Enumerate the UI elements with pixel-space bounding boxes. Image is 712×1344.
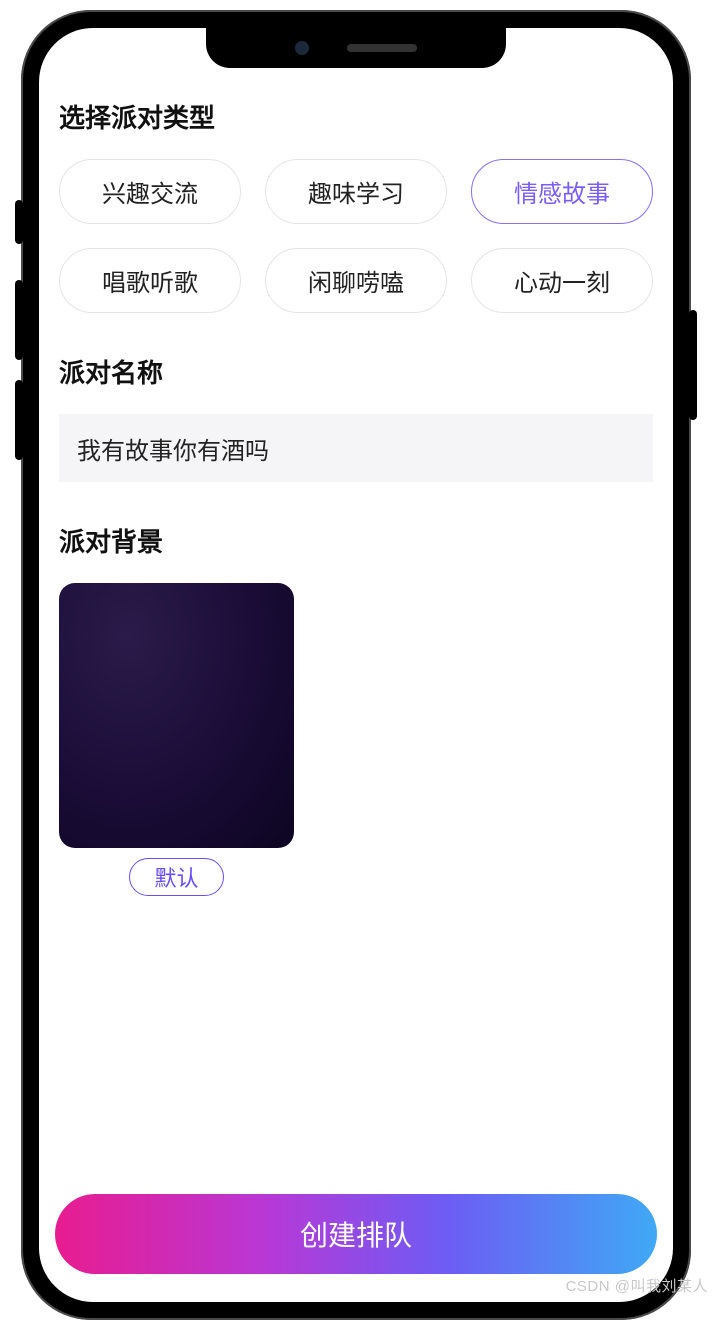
front-camera-icon [295, 41, 309, 55]
background-label: 默认 [129, 858, 223, 896]
create-party-button[interactable]: 创建排队 [55, 1194, 657, 1274]
party-type-title: 选择派对类型 [59, 98, 653, 135]
type-chip-singing[interactable]: 唱歌听歌 [59, 248, 241, 313]
type-chip-chat[interactable]: 闲聊唠嗑 [265, 248, 447, 313]
phone-notch [206, 28, 506, 68]
phone-frame: 选择派对类型 兴趣交流 趣味学习 情感故事 唱歌听歌 闲聊唠嗑 心动一刻 派对名… [21, 10, 691, 1320]
party-bg-title: 派对背景 [59, 522, 653, 559]
type-chip-emotion[interactable]: 情感故事 [471, 159, 653, 224]
type-chip-study[interactable]: 趣味学习 [265, 159, 447, 224]
background-list: 默认 [59, 583, 653, 896]
phone-screen: 选择派对类型 兴趣交流 趣味学习 情感故事 唱歌听歌 闲聊唠嗑 心动一刻 派对名… [39, 28, 673, 1302]
party-type-grid: 兴趣交流 趣味学习 情感故事 唱歌听歌 闲聊唠嗑 心动一刻 [59, 159, 653, 313]
type-chip-interest[interactable]: 兴趣交流 [59, 159, 241, 224]
phone-power-button [689, 310, 697, 420]
party-name-title: 派对名称 [59, 353, 653, 390]
party-name-field-wrap [59, 414, 653, 482]
watermark-text: CSDN @叫我刘某人 [566, 1275, 708, 1296]
speaker-icon [347, 44, 417, 52]
phone-volume-down [15, 380, 23, 460]
phone-side-button [15, 200, 23, 244]
form-content: 选择派对类型 兴趣交流 趣味学习 情感故事 唱歌听歌 闲聊唠嗑 心动一刻 派对名… [39, 28, 673, 1182]
type-chip-heartbeat[interactable]: 心动一刻 [471, 248, 653, 313]
background-thumbnail [59, 583, 294, 848]
phone-volume-up [15, 280, 23, 360]
party-name-input[interactable] [59, 414, 653, 482]
background-option-default[interactable]: 默认 [59, 583, 294, 896]
